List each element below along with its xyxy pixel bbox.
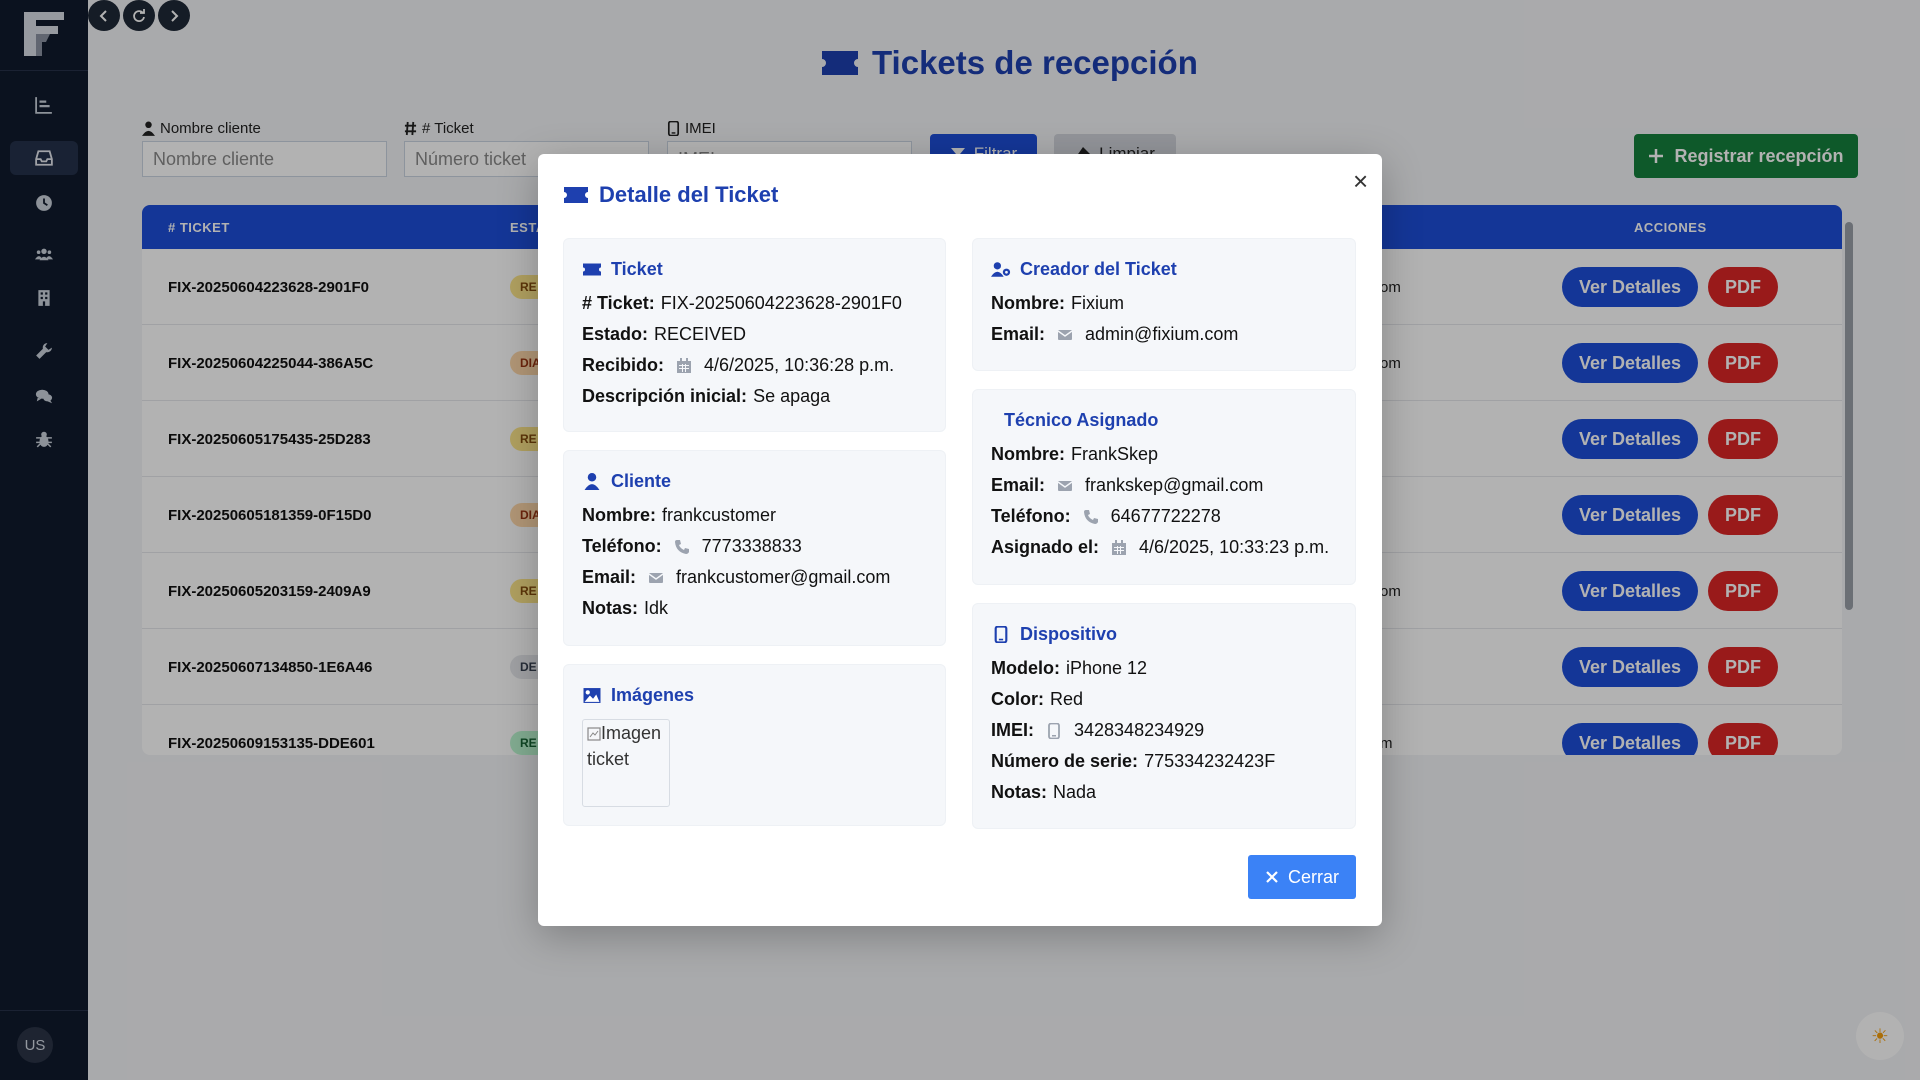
field-value: 4/6/2025, 10:33:23 p.m. [1139,537,1330,557]
dispositivo-modelo-field: Modelo: iPhone 12 [991,658,1147,679]
phone-icon [1083,509,1098,524]
creador-card: Creador del Ticket Nombre: Fixium Email: … [972,238,1356,371]
field-value: Se apaga [753,386,831,406]
ticket-image[interactable]: Imagen ticket [582,719,670,807]
modal-title: Detalle del Ticket [563,182,778,208]
close-icon[interactable]: × [1353,168,1368,194]
ticket-card-header: Ticket [582,259,663,280]
field-value: Red [1050,689,1084,709]
ticket-descripcion-field: Descripción inicial: Se apaga [582,386,830,407]
field-value: iPhone 12 [1066,658,1148,678]
technician-icon [991,412,995,429]
field-label: IMEI: [991,720,1034,740]
field-label: Estado: [582,324,649,344]
field-value: 4/6/2025, 10:36:28 p.m. [704,355,895,375]
field-label: Nombre: [991,293,1066,313]
field-value: frankskep@gmail.com [1085,475,1264,495]
ticket-card: Ticket # Ticket: FIX-20250604223628-2901F… [563,238,946,432]
dispositivo-notas-field: Notas: Nada [991,782,1096,803]
envelope-icon [1057,329,1073,340]
cliente-card-header: Cliente [582,471,671,492]
field-value: FIX-20250604223628-2901F0 [660,293,902,313]
tecnico-email-field: Email: frankskep@gmail.com [991,475,1263,496]
calendar-icon [677,357,692,373]
field-label: Email: [991,475,1046,495]
user-gear-icon [991,262,1011,277]
card-title: Imágenes [611,685,695,705]
ticket-detail-modal: Detalle del Ticket × Ticket # Ticket: FIX… [538,154,1382,926]
broken-image-icon [587,727,601,741]
calendar-icon [1112,539,1127,555]
field-value: frankcustomer@gmail.com [676,567,891,587]
cerrar-button[interactable]: Cerrar [1248,855,1356,899]
mobile-icon [994,626,1008,643]
card-title: Dispositivo [1020,624,1118,644]
field-label: Descripción inicial: [582,386,748,406]
field-value: 3428348234929 [1074,720,1205,740]
cliente-notas-field: Notas: Idk [582,598,668,619]
cliente-card: Cliente Nombre: frankcustomer Teléfono: 7… [563,450,946,646]
image-icon [583,688,601,703]
tecnico-card-header: Técnico Asignado [991,410,1158,431]
field-value: 7773338833 [701,536,802,556]
creador-nombre-field: Nombre: Fixium [991,293,1124,314]
dispositivo-imei-field: IMEI: 3428348234929 [991,720,1204,741]
envelope-icon [648,572,664,583]
user-icon [584,473,600,490]
field-label: Nombre: [991,444,1066,464]
field-label: Modelo: [991,658,1060,678]
field-label: Notas: [991,782,1048,802]
field-label: Notas: [582,598,639,618]
creador-card-header: Creador del Ticket [991,259,1177,280]
dispositivo-card-header: Dispositivo [991,624,1117,645]
field-value: Fixium [1071,293,1125,313]
cerrar-label: Cerrar [1287,866,1339,887]
field-label: Teléfono: [991,506,1071,526]
field-value: admin@fixium.com [1085,324,1239,344]
ticket-estado-field: Estado: RECEIVED [582,324,746,345]
dispositivo-serie-field: Número de serie: 775334232423F [991,751,1275,772]
field-value: 64677722278 [1110,506,1221,526]
field-label: Número de serie: [991,751,1139,771]
field-value: Nada [1053,782,1097,802]
card-title: Técnico Asignado [1004,410,1159,430]
card-title: Ticket [611,259,663,279]
ticket-recibido-field: Recibido: 4/6/2025, 10:36:28 p.m. [582,355,894,376]
field-label: Teléfono: [582,536,662,556]
cliente-telefono-field: Teléfono: 7773338833 [582,536,802,557]
imagenes-card: Imágenes Imagen ticket [563,664,946,826]
field-value: RECEIVED [654,324,747,344]
close-icon [1266,871,1278,883]
field-label: Nombre: [582,505,657,525]
field-label: Email: [991,324,1046,344]
field-value: 775334232423F [1144,751,1276,771]
mobile-icon [1048,722,1060,739]
cliente-email-field: Email: frankcustomer@gmail.com [582,567,890,588]
envelope-icon [1057,480,1073,491]
tecnico-nombre-field: Nombre: FrankSkep [991,444,1158,465]
field-label: # Ticket: [582,293,655,313]
tecnico-asignado-field: Asignado el: 4/6/2025, 10:33:23 p.m. [991,537,1329,558]
creador-email-field: Email: admin@fixium.com [991,324,1238,345]
ticket-icon [583,263,601,276]
dispositivo-color-field: Color: Red [991,689,1083,710]
ticket-icon [564,187,588,203]
cliente-nombre-field: Nombre: frankcustomer [582,505,776,526]
field-value: Idk [644,598,669,618]
field-label: Color: [991,689,1044,709]
tecnico-telefono-field: Teléfono: 64677722278 [991,506,1221,527]
field-value: frankcustomer [662,505,777,525]
ticket-numero-field: # Ticket: FIX-20250604223628-2901F0 [582,293,902,314]
field-label: Recibido: [582,355,665,375]
dispositivo-card: Dispositivo Modelo: iPhone 12 Color: Red I… [972,603,1356,829]
modal-title-text: Detalle del Ticket [599,182,779,207]
imagenes-card-header: Imágenes [582,685,694,706]
card-title: Creador del Ticket [1020,259,1177,279]
field-label: Email: [582,567,637,587]
phone-icon [674,539,689,554]
card-title: Cliente [611,471,672,491]
field-label: Asignado el: [991,537,1100,557]
field-value: FrankSkep [1071,444,1159,464]
tecnico-card: Técnico Asignado Nombre: FrankSkep Email:… [972,389,1356,585]
